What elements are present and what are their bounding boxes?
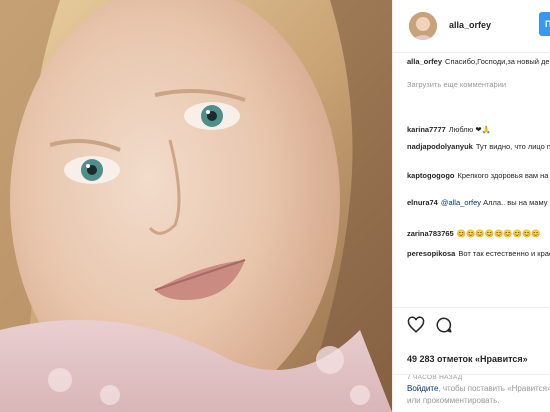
comment-text: 😊😊😊😊😊😊😊😊😊 [456,229,541,238]
likes-count[interactable]: 49 283 отметок «Нравится» [407,354,528,364]
post-photo[interactable] [0,0,392,412]
comment-text: Люблю ❤🙏 [448,125,492,134]
post-sidebar: alla_orfey Подписаться alla_orfeyСпасибо… [392,0,550,412]
comment-username[interactable]: zarina783765 [407,229,454,238]
login-prompt-text: Войдите, чтобы поставить «Нравится» или … [407,383,550,407]
comment-item: kaptogogogoКрепкого здоровья вам на долг… [407,171,550,181]
comment-mention[interactable]: @alla_orfey [441,198,481,207]
comment-username[interactable]: kaptogogogo [407,171,455,180]
avatar[interactable] [409,12,437,40]
load-more-comments-link[interactable]: Загрузить еще комментарии [407,80,550,90]
username-link[interactable]: alla_orfey [449,20,491,30]
comment-username[interactable]: peresopikosa [407,249,455,258]
login-prompt-line1: , чтобы поставить «Нравится» [438,384,550,393]
comment-item: elnura74@alla_orfey Алла.. вы на маму по… [407,198,550,208]
follow-button[interactable]: Подписаться [539,12,550,36]
caption-username[interactable]: alla_orfey [407,57,442,66]
comment-icon[interactable] [435,316,453,339]
comment-text: Алла.. вы на маму похожи. Спасибо вам за… [483,198,550,207]
comment-username[interactable]: karina7777 [407,125,446,134]
post-header: alla_orfey Подписаться [393,0,550,53]
login-prompt: Войдите, чтобы поставить «Нравится» или … [393,374,550,412]
caption: alla_orfeyСпасибо,Господи,за новый день … [407,57,550,67]
comments-list[interactable]: alla_orfeyСпасибо,Господи,за новый день … [393,53,550,307]
comment-text: Тут видно, что лицо полностью мамина доч… [475,142,550,151]
comment-username[interactable]: nadjapodolyanyuk [407,142,473,151]
comment-item: karina7777 Люблю ❤🙏 [407,125,550,135]
avatar-image [409,12,437,40]
login-link[interactable]: Войдите [407,384,438,393]
caption-text: Спасибо,Господи,за новый день в моей жиз… [445,57,550,66]
heart-icon[interactable] [407,316,425,339]
selfie-image [0,0,392,412]
login-prompt-line2: или прокомментировать. [407,396,500,405]
comment-username[interactable]: elnura74 [407,198,438,207]
comment-item: peresopikosaВот так естественно и красив… [407,249,550,259]
comment-item: zarina783765 😊😊😊😊😊😊😊😊😊 [407,229,550,239]
comment-text: Крепкого здоровья вам на долгие лет! [457,171,550,180]
comment-text: Вот так естественно и красиво Алла!Ну за… [458,249,550,258]
comment-item: nadjapodolyanyukТут видно, что лицо полн… [407,142,550,152]
